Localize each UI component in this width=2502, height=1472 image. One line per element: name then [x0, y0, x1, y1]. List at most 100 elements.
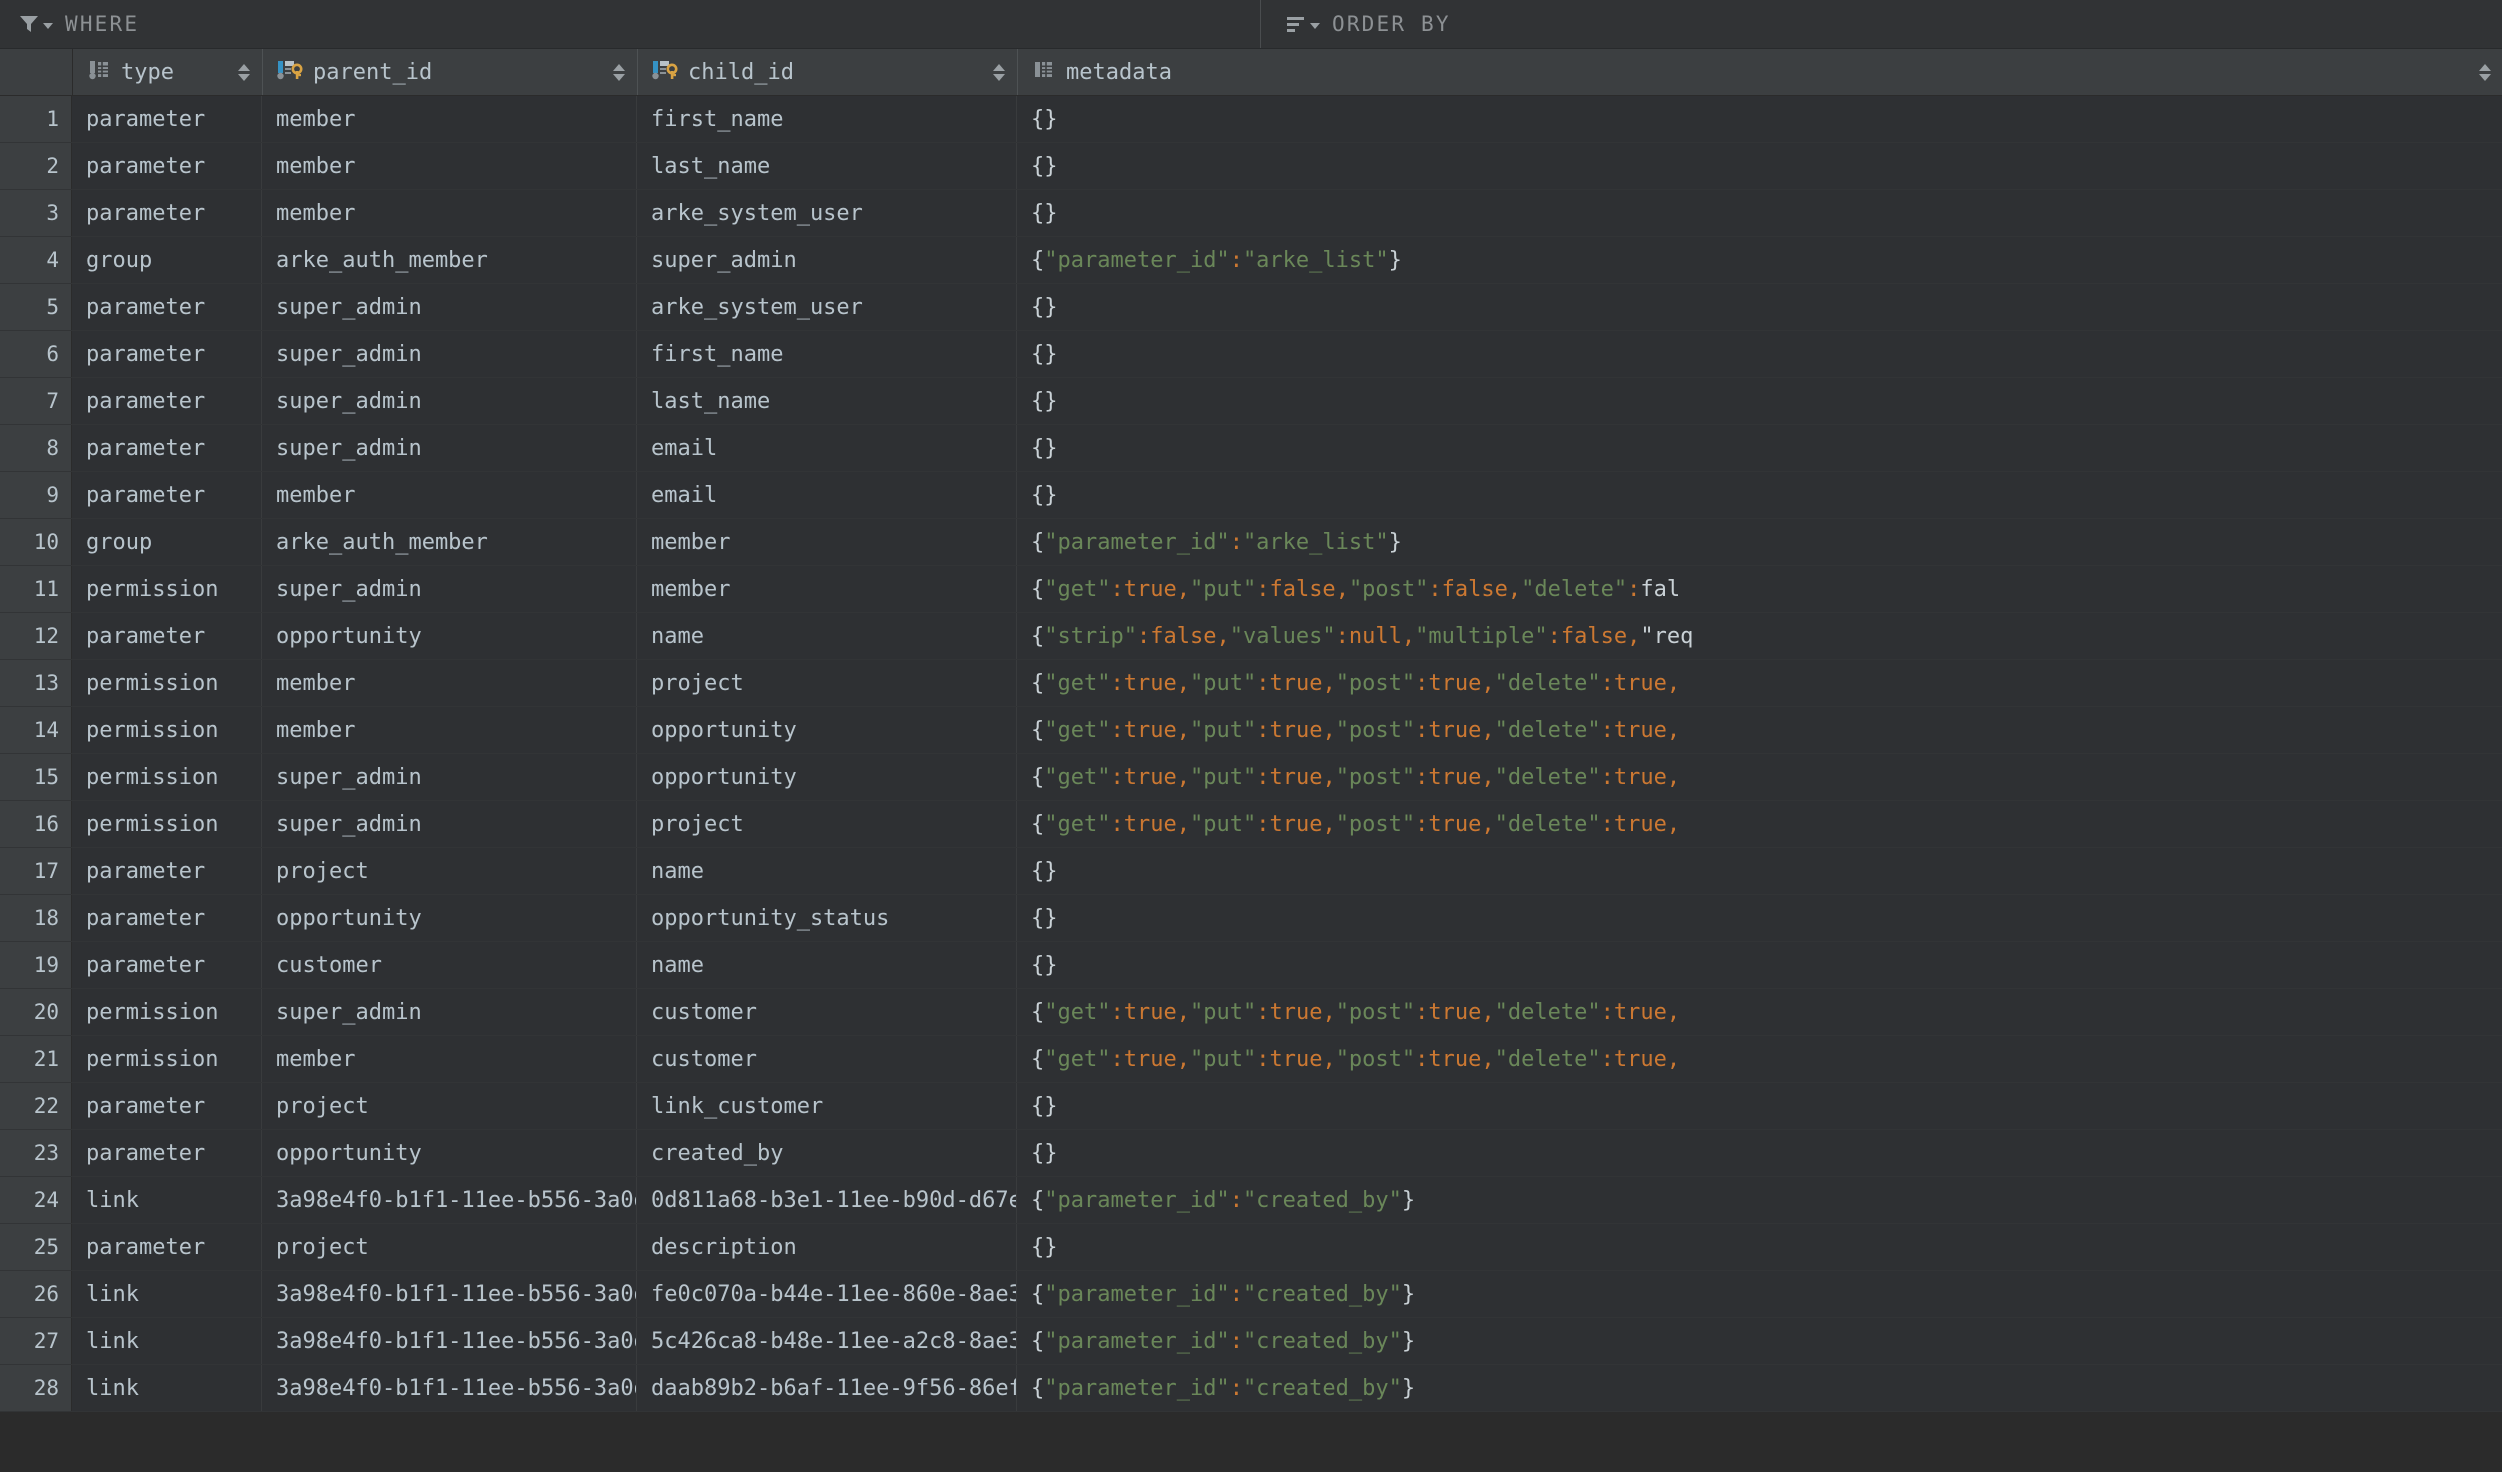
cell-metadata[interactable]: {} — [1017, 331, 2502, 377]
cell-child-id[interactable]: first_name — [637, 96, 1017, 142]
table-row[interactable]: 17parameterprojectname{} — [0, 848, 2502, 895]
cell-child-id[interactable]: email — [637, 425, 1017, 471]
chevron-down-icon[interactable] — [43, 23, 53, 29]
table-row[interactable]: 25parameterprojectdescription{} — [0, 1224, 2502, 1271]
cell-parent-id[interactable]: super_admin — [262, 566, 637, 612]
cell-type[interactable]: group — [72, 519, 262, 565]
row-number[interactable]: 11 — [0, 566, 72, 612]
cell-type[interactable]: group — [72, 237, 262, 283]
cell-type[interactable]: parameter — [72, 425, 262, 471]
cell-metadata[interactable]: {} — [1017, 425, 2502, 471]
cell-metadata[interactable]: {"get": true, "put": true, "post": true,… — [1017, 801, 2502, 847]
table-row[interactable]: 27link3a98e4f0-b1f1-11ee-b556-3a0d9f2e40… — [0, 1318, 2502, 1365]
where-filter-segment[interactable]: WHERE — [0, 0, 1260, 48]
cell-type[interactable]: link — [72, 1365, 262, 1411]
cell-child-id[interactable]: last_name — [637, 378, 1017, 424]
cell-metadata[interactable]: {} — [1017, 190, 2502, 236]
row-number[interactable]: 3 — [0, 190, 72, 236]
table-row[interactable]: 20permissionsuper_admincustomer{"get": t… — [0, 989, 2502, 1036]
cell-type[interactable]: parameter — [72, 1083, 262, 1129]
table-row[interactable]: 10grouparke_auth_membermember{"parameter… — [0, 519, 2502, 566]
cell-child-id[interactable]: name — [637, 848, 1017, 894]
cell-parent-id[interactable]: member — [262, 190, 637, 236]
cell-type[interactable]: parameter — [72, 143, 262, 189]
cell-metadata[interactable]: {"parameter_id": "created_by"} — [1017, 1177, 2502, 1223]
cell-metadata[interactable]: {} — [1017, 284, 2502, 330]
cell-metadata[interactable]: {"get": true, "put": true, "post": true,… — [1017, 707, 2502, 753]
cell-child-id[interactable]: project — [637, 660, 1017, 706]
cell-metadata[interactable]: {"strip": false, "values": null, "multip… — [1017, 613, 2502, 659]
cell-child-id[interactable]: name — [637, 613, 1017, 659]
table-row[interactable]: 13permissionmemberproject{"get": true, "… — [0, 660, 2502, 707]
cell-child-id[interactable]: 5c426ca8-b48e-11ee-a2c8-8ae3d937a033 — [637, 1318, 1017, 1364]
cell-parent-id[interactable]: project — [262, 848, 637, 894]
cell-parent-id[interactable]: member — [262, 96, 637, 142]
cell-child-id[interactable]: email — [637, 472, 1017, 518]
cell-metadata[interactable]: {"get": true, "put": true, "post": true,… — [1017, 989, 2502, 1035]
cell-parent-id[interactable]: project — [262, 1083, 637, 1129]
cell-child-id[interactable]: created_by — [637, 1130, 1017, 1176]
table-row[interactable]: 26link3a98e4f0-b1f1-11ee-b556-3a0d9f2e40… — [0, 1271, 2502, 1318]
cell-child-id[interactable]: description — [637, 1224, 1017, 1270]
cell-metadata[interactable]: {} — [1017, 1130, 2502, 1176]
cell-type[interactable]: parameter — [72, 942, 262, 988]
cell-metadata[interactable]: {"parameter_id": "created_by"} — [1017, 1318, 2502, 1364]
row-number[interactable]: 21 — [0, 1036, 72, 1082]
cell-metadata[interactable]: {} — [1017, 472, 2502, 518]
sort-lines-icon[interactable] — [1285, 13, 1320, 35]
cell-parent-id[interactable]: 3a98e4f0-b1f1-11ee-b556-3a0d9f2e40f9 — [262, 1318, 637, 1364]
table-row[interactable]: 1parametermemberfirst_name{} — [0, 96, 2502, 143]
cell-type[interactable]: permission — [72, 754, 262, 800]
sort-desc-icon[interactable] — [2479, 74, 2491, 81]
table-row[interactable]: 3parametermemberarke_system_user{} — [0, 190, 2502, 237]
cell-metadata[interactable]: {"get": true, "put": false, "post": fals… — [1017, 566, 2502, 612]
cell-type[interactable]: parameter — [72, 96, 262, 142]
cell-child-id[interactable]: arke_system_user — [637, 284, 1017, 330]
row-number[interactable]: 16 — [0, 801, 72, 847]
cell-metadata[interactable]: {"parameter_id": "arke_list"} — [1017, 519, 2502, 565]
table-row[interactable]: 12parameteropportunityname{"strip": fals… — [0, 613, 2502, 660]
cell-parent-id[interactable]: member — [262, 660, 637, 706]
row-number[interactable]: 22 — [0, 1083, 72, 1129]
cell-parent-id[interactable]: super_admin — [262, 425, 637, 471]
cell-parent-id[interactable]: opportunity — [262, 895, 637, 941]
cell-type[interactable]: link — [72, 1271, 262, 1317]
sort-toggle[interactable] — [993, 64, 1005, 81]
row-number[interactable]: 9 — [0, 472, 72, 518]
table-row[interactable]: 16permissionsuper_adminproject{"get": tr… — [0, 801, 2502, 848]
cell-type[interactable]: parameter — [72, 895, 262, 941]
table-row[interactable]: 5parametersuper_adminarke_system_user{} — [0, 284, 2502, 331]
row-number[interactable]: 27 — [0, 1318, 72, 1364]
cell-type[interactable]: parameter — [72, 848, 262, 894]
table-row[interactable]: 24link3a98e4f0-b1f1-11ee-b556-3a0d9f2e40… — [0, 1177, 2502, 1224]
cell-metadata[interactable]: {} — [1017, 895, 2502, 941]
cell-child-id[interactable]: last_name — [637, 143, 1017, 189]
row-number[interactable]: 26 — [0, 1271, 72, 1317]
cell-child-id[interactable]: member — [637, 519, 1017, 565]
sort-desc-icon[interactable] — [613, 74, 625, 81]
cell-parent-id[interactable]: opportunity — [262, 1130, 637, 1176]
cell-type[interactable]: parameter — [72, 613, 262, 659]
chevron-down-icon[interactable] — [1310, 23, 1320, 29]
cell-parent-id[interactable]: super_admin — [262, 284, 637, 330]
cell-type[interactable]: parameter — [72, 1130, 262, 1176]
cell-child-id[interactable]: fe0c070a-b44e-11ee-860e-8ae3d937a033 — [637, 1271, 1017, 1317]
cell-parent-id[interactable]: super_admin — [262, 989, 637, 1035]
table-row[interactable]: 22parameterprojectlink_customer{} — [0, 1083, 2502, 1130]
sort-toggle[interactable] — [238, 64, 250, 81]
cell-parent-id[interactable]: 3a98e4f0-b1f1-11ee-b556-3a0d9f2e40f9 — [262, 1177, 637, 1223]
table-row[interactable]: 18parameteropportunityopportunity_status… — [0, 895, 2502, 942]
table-row[interactable]: 14permissionmemberopportunity{"get": tru… — [0, 707, 2502, 754]
column-header-type[interactable]: type — [73, 49, 263, 95]
cell-metadata[interactable]: {"get": true, "put": true, "post": true,… — [1017, 754, 2502, 800]
cell-parent-id[interactable]: arke_auth_member — [262, 519, 637, 565]
table-row[interactable]: 28link3a98e4f0-b1f1-11ee-b556-3a0d9f2e40… — [0, 1365, 2502, 1412]
table-row[interactable]: 11permissionsuper_adminmember{"get": tru… — [0, 566, 2502, 613]
row-number[interactable]: 28 — [0, 1365, 72, 1411]
cell-type[interactable]: permission — [72, 566, 262, 612]
column-header-child-id[interactable]: child_id — [638, 49, 1018, 95]
table-row[interactable]: 7parametersuper_adminlast_name{} — [0, 378, 2502, 425]
cell-parent-id[interactable]: super_admin — [262, 378, 637, 424]
sort-toggle[interactable] — [2479, 64, 2491, 81]
cell-metadata[interactable]: {} — [1017, 96, 2502, 142]
